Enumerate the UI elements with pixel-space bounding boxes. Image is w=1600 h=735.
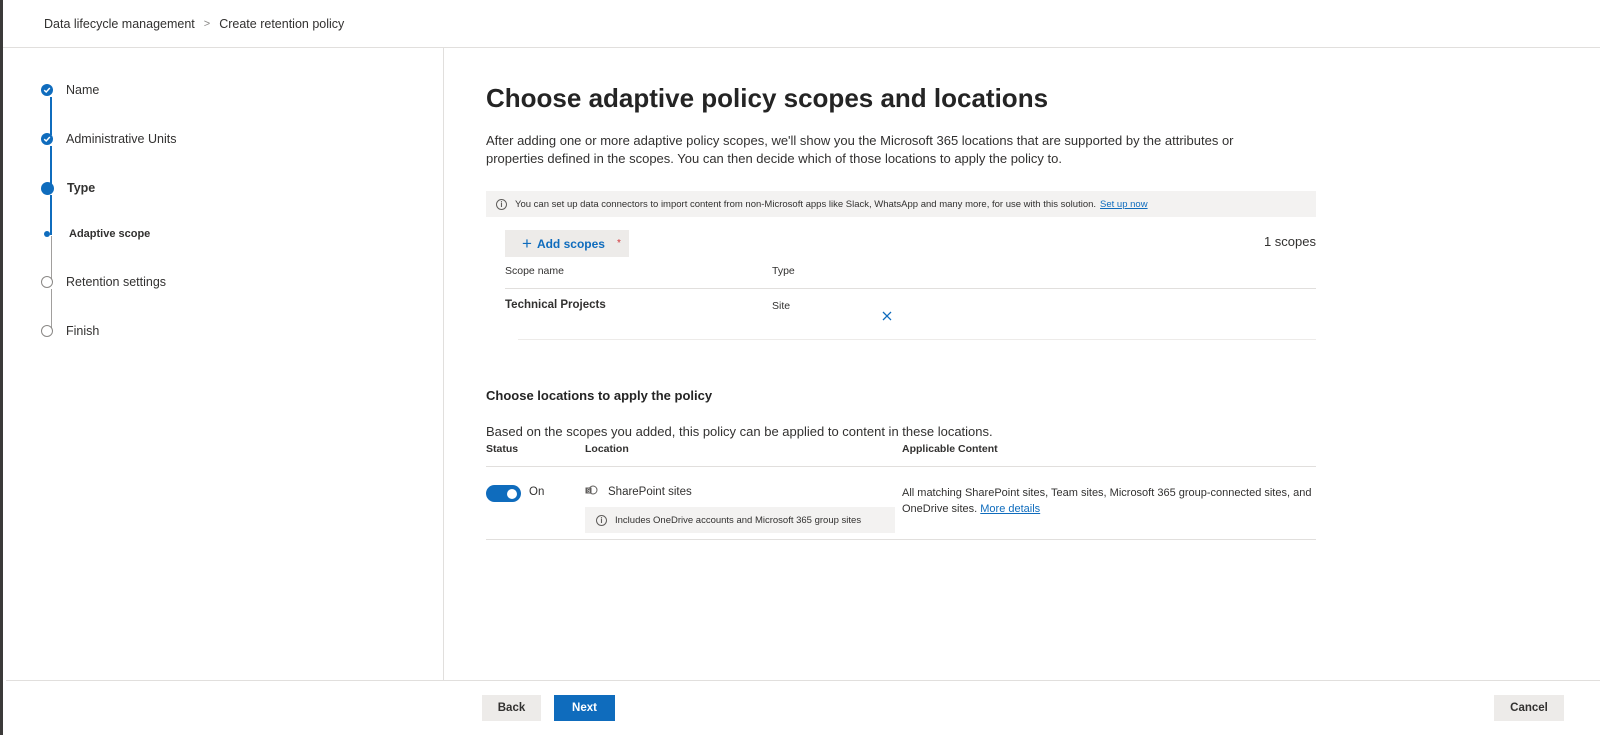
info-message-bar: i You can set up data connectors to impo… — [486, 191, 1316, 217]
step-connector — [50, 236, 52, 280]
column-header-applicable-content: Applicable Content — [902, 443, 998, 455]
wizard-step-name[interactable]: Name — [41, 83, 99, 97]
back-button[interactable]: Back — [482, 695, 541, 721]
info-message-text: You can set up data connectors to import… — [515, 198, 1097, 210]
more-details-link[interactable]: More details — [980, 503, 1040, 515]
remove-scope-icon[interactable] — [880, 309, 894, 323]
page-description: After adding one or more adaptive policy… — [486, 133, 1234, 166]
applicable-content-cell: All matching SharePoint sites, Team site… — [902, 486, 1316, 517]
wizard-step-label: Adaptive scope — [69, 228, 151, 240]
add-scopes-button[interactable]: + Add scopes * — [505, 230, 629, 257]
wizard-step-label: Administrative Units — [66, 132, 177, 146]
checkmark-icon — [41, 84, 53, 96]
cancel-button[interactable]: Cancel — [1494, 695, 1564, 721]
toggle-state-label: On — [529, 486, 545, 498]
location-name: SharePoint sites — [608, 486, 692, 498]
table-divider — [486, 539, 1316, 540]
wizard-step-type[interactable]: Type — [41, 181, 95, 195]
breadcrumb: Data lifecycle management > Create reten… — [3, 0, 1600, 48]
scope-name-cell: Technical Projects — [505, 299, 606, 311]
scope-type-cell: Site — [772, 300, 791, 312]
wizard-step-label: Finish — [66, 324, 100, 338]
next-button[interactable]: Next — [554, 695, 615, 721]
wizard-step-finish[interactable]: Finish — [41, 324, 99, 338]
scope-count: 1 scopes — [1263, 234, 1316, 249]
breadcrumb-separator: > — [203, 17, 211, 30]
app-frame: Data lifecycle management > Create reten… — [0, 0, 1600, 735]
table-divider — [518, 339, 1316, 340]
column-header-location: Location — [585, 443, 629, 455]
wizard-step-adaptive-scope[interactable]: Adaptive scope — [41, 228, 150, 240]
step-connector — [50, 289, 52, 329]
sharepoint-icon: S — [585, 485, 598, 495]
applicable-content-text: All matching SharePoint sites, Team site… — [902, 487, 1312, 515]
location-note: i Includes OneDrive accounts and Microso… — [585, 507, 895, 533]
info-icon: i — [496, 198, 507, 210]
info-icon: i — [596, 514, 607, 526]
locations-description: Based on the scopes you added, this poli… — [486, 424, 993, 439]
table-divider — [505, 288, 1316, 289]
wizard-step-label: Type — [67, 181, 96, 195]
wizard-footer: Back Next Cancel — [6, 680, 1600, 735]
page-title: Choose adaptive policy scopes and locati… — [486, 83, 1049, 113]
location-note-text: Includes OneDrive accounts and Microsoft… — [615, 514, 862, 526]
add-scopes-label: Add scopes — [536, 236, 605, 251]
breadcrumb-item-data-lifecycle[interactable]: Data lifecycle management — [44, 17, 195, 31]
substep-dot-icon — [44, 231, 50, 237]
step-connector — [50, 97, 52, 135]
step-connector — [50, 146, 52, 184]
wizard-steps-panel: Name Administrative Units Type Adaptive … — [3, 48, 444, 680]
breadcrumb-item-create-policy: Create retention policy — [219, 16, 345, 31]
wizard-step-retention-settings[interactable]: Retention settings — [41, 275, 166, 289]
wizard-step-administrative-units[interactable]: Administrative Units — [41, 132, 176, 146]
current-step-icon — [41, 181, 54, 195]
column-header-status: Status — [486, 443, 519, 455]
empty-circle-icon — [41, 276, 53, 288]
wizard-step-label: Retention settings — [66, 275, 167, 289]
empty-circle-icon — [41, 325, 53, 337]
checkmark-icon — [41, 133, 53, 145]
locations-heading: Choose locations to apply the policy — [486, 388, 713, 403]
sharepoint-status-toggle[interactable] — [486, 485, 521, 502]
table-divider — [486, 466, 1316, 467]
column-header-type: Type — [772, 265, 795, 277]
set-up-now-link[interactable]: Set up now — [1100, 199, 1148, 210]
wizard-step-label: Name — [66, 83, 100, 97]
plus-icon: + — [522, 234, 532, 253]
required-marker: * — [616, 238, 621, 249]
column-header-scope-name: Scope name — [505, 265, 564, 277]
